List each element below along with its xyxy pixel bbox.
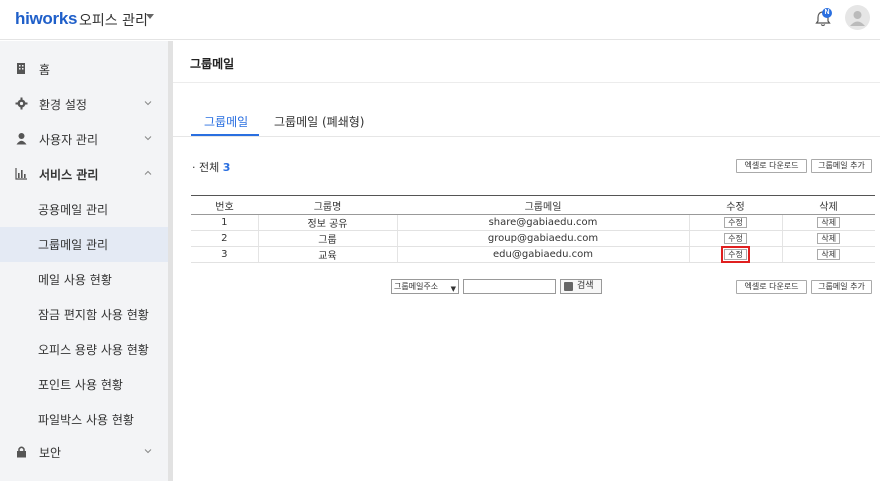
add-group-mail-button[interactable]: 그룹메일 추가 (811, 159, 872, 173)
chevron-down-icon (144, 136, 152, 141)
hiworks-logo[interactable]: hiworks (15, 9, 77, 29)
sidebar-subitem-group-mail[interactable]: 그룹메일 관리 (0, 227, 168, 262)
office-menu[interactable]: 오피스 관리 (79, 10, 148, 30)
chevron-down-icon (144, 449, 152, 454)
total-count-value: 3 (222, 161, 231, 174)
chart-icon (15, 168, 27, 180)
sidebar-subitem-point-usage[interactable]: 포인트 사용 현황 (0, 367, 168, 402)
cell-delete: 삭제 (782, 214, 875, 231)
sidebar-subitem-mail-usage[interactable]: 메일 사용 현황 (0, 262, 168, 297)
sidebar-subitem-label: 오피스 용량 사용 현황 (38, 343, 149, 357)
tab-group-mail-closed[interactable]: 그룹메일 (폐쇄형) (274, 113, 364, 130)
cell-number: 1 (191, 214, 259, 231)
cell-group-email: edu@gabiaedu.com (397, 246, 690, 263)
cell-group-name: 교육 (258, 246, 398, 263)
search-input[interactable] (463, 279, 556, 294)
cell-number: 2 (191, 230, 259, 247)
cell-group-name: 그룹 (258, 230, 398, 247)
divider (173, 82, 880, 83)
sidebar-item-label: 사용자 관리 (39, 133, 99, 147)
sidebar-item-services[interactable]: 서비스 관리 (0, 157, 168, 192)
tab-group-mail[interactable]: 그룹메일 (204, 113, 248, 130)
user-icon (16, 133, 27, 145)
sidebar-subitem-public-mail[interactable]: 공용메일 관리 (0, 192, 168, 227)
sidebar-subitem-label: 파일박스 사용 현황 (38, 413, 134, 427)
total-label: · 전체 (192, 161, 220, 174)
column-header-number[interactable]: 번호 (191, 195, 258, 215)
divider (173, 136, 880, 137)
page-title: 그룹메일 (190, 57, 235, 71)
column-header-group-name[interactable]: 그룹명 (258, 195, 397, 215)
sidebar-item-home[interactable]: 홈 (0, 52, 168, 87)
sidebar-subitem-locked-mailbox-usage[interactable]: 잠금 편지함 사용 현황 (0, 297, 168, 332)
add-group-mail-button[interactable]: 그룹메일 추가 (811, 280, 872, 294)
sidebar-subitem-office-storage-usage[interactable]: 오피스 용량 사용 현황 (0, 332, 168, 367)
sidebar-item-settings[interactable]: 환경 설정 (0, 87, 168, 122)
edit-button[interactable]: 수정 (724, 233, 747, 244)
cell-delete: 삭제 (782, 246, 875, 263)
search-button[interactable]: 검색 (560, 279, 602, 294)
delete-button[interactable]: 삭제 (817, 249, 841, 260)
group-mail-table: 번호 그룹명 그룹메일 수정 삭제 1 정보 공유 share@gabiaedu… (191, 195, 875, 263)
excel-download-button[interactable]: 엑셀로 다운로드 (736, 159, 807, 173)
chevron-up-icon (144, 170, 152, 175)
table-header-row: 번호 그룹명 그룹메일 수정 삭제 (191, 195, 875, 215)
search-button-label: 검색 (577, 281, 594, 291)
search-icon (564, 282, 573, 291)
delete-button[interactable]: 삭제 (817, 233, 841, 244)
cell-edit: 수정 (689, 230, 783, 247)
table-row: 2 그룹 group@gabiaedu.com 수정 삭제 (191, 230, 875, 247)
column-header-edit: 수정 (689, 195, 782, 215)
avatar[interactable] (845, 5, 870, 30)
cell-group-email: group@gabiaedu.com (397, 230, 690, 247)
total-count: · 전체 3 (192, 159, 230, 175)
sidebar-subitem-label: 그룹메일 관리 (38, 238, 109, 252)
sidebar-item-label: 홈 (39, 63, 51, 77)
cell-delete: 삭제 (782, 230, 875, 247)
user-avatar-icon (850, 11, 865, 26)
chevron-down-icon (144, 101, 152, 106)
main-content: 그룹메일 그룹메일 그룹메일 (폐쇄형) · 전체 3 엑셀로 다운로드 그룹메… (173, 41, 880, 481)
sidebar-subitem-label: 잠금 편지함 사용 현황 (38, 308, 149, 322)
search-field-select-value: 그룹메일주소 (394, 282, 439, 291)
lock-icon (17, 446, 26, 458)
sidebar-item-label: 환경 설정 (39, 98, 87, 112)
notification-badge: N (822, 8, 832, 18)
search-field-select[interactable]: 그룹메일주소 ▼ (391, 279, 459, 294)
column-header-group-email[interactable]: 그룹메일 (397, 195, 689, 215)
sidebar-subitem-label: 메일 사용 현황 (38, 273, 112, 287)
sidebar-item-label: 서비스 관리 (39, 168, 99, 182)
cell-edit: 수정 (689, 214, 783, 231)
sidebar-item-security[interactable]: 보안 (0, 435, 168, 470)
table-row: 1 정보 공유 share@gabiaedu.com 수정 삭제 (191, 214, 875, 231)
edit-button[interactable]: 수정 (721, 246, 750, 263)
column-header-delete: 삭제 (782, 195, 875, 215)
gear-icon (15, 97, 28, 110)
excel-download-button[interactable]: 엑셀로 다운로드 (736, 280, 807, 294)
cell-number: 3 (191, 246, 259, 263)
chevron-down-icon: ▼ (450, 285, 456, 293)
table-row: 3 교육 edu@gabiaedu.com 수정 삭제 (191, 246, 875, 263)
sidebar-item-users[interactable]: 사용자 관리 (0, 122, 168, 157)
building-icon (17, 63, 25, 74)
sidebar-subitem-label: 공용메일 관리 (38, 203, 109, 217)
delete-button[interactable]: 삭제 (817, 217, 841, 228)
cell-edit: 수정 (689, 246, 783, 263)
sidebar-item-label: 보안 (39, 446, 62, 460)
edit-button[interactable]: 수정 (724, 217, 747, 228)
cell-group-name: 정보 공유 (258, 214, 398, 231)
chevron-down-icon[interactable] (146, 14, 154, 19)
top-bar: hiworks 오피스 관리 N (0, 0, 880, 40)
cell-group-email: share@gabiaedu.com (397, 214, 690, 231)
sidebar-subitem-label: 포인트 사용 현황 (38, 378, 123, 392)
sidebar-subitem-filebox-usage[interactable]: 파일박스 사용 현황 (0, 402, 168, 437)
sidebar: 홈 환경 설정 사용자 관리 서비스 관리 공용메일 관리 그룹메일 관리 메일… (0, 41, 168, 481)
